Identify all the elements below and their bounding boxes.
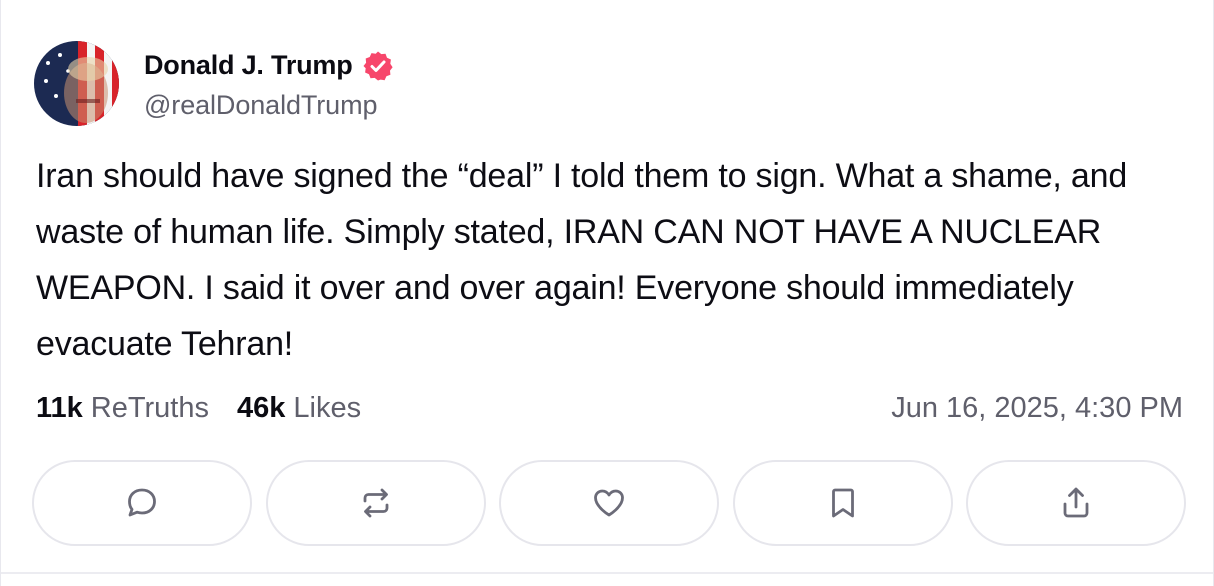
post-stats: 11k ReTruths 46k Likes Jun 16, 2025, 4:3… <box>36 386 1183 430</box>
retruths-label: ReTruths <box>90 391 209 424</box>
divider <box>1 572 1213 574</box>
name-row: Donald J. Trump <box>144 46 394 86</box>
heart-icon <box>594 489 624 517</box>
likes-count: 46k <box>236 391 286 424</box>
share-icon <box>1063 487 1089 518</box>
author-display-name[interactable]: Donald J. Trump <box>144 50 353 81</box>
post-card: Donald J. Trump @realDonaldTrump Iran sh… <box>0 0 1214 586</box>
like-button[interactable] <box>499 460 719 546</box>
retruth-icon <box>363 488 388 518</box>
share-button[interactable] <box>966 460 1186 546</box>
author-names: Donald J. Trump @realDonaldTrump <box>144 46 394 121</box>
bookmark-button[interactable] <box>732 460 953 546</box>
post-timestamp: Jun 16, 2025, 4:30 PM <box>891 391 1183 424</box>
action-bar <box>32 460 1186 546</box>
author-handle[interactable]: @realDonaldTrump <box>144 90 394 121</box>
reply-button[interactable] <box>32 460 252 546</box>
comment-icon <box>128 488 156 517</box>
verified-badge-icon <box>362 50 394 82</box>
likes-stat[interactable]: 46k Likes <box>237 392 361 425</box>
post-header: Donald J. Trump @realDonaldTrump <box>34 40 394 126</box>
retruths-count: 11k <box>36 391 83 424</box>
bookmark-icon <box>831 488 854 518</box>
avatar[interactable] <box>34 40 119 126</box>
post-text: Iran should have signed the “deal” I tol… <box>36 157 1128 363</box>
retruths-stat[interactable]: 11k ReTruths <box>36 392 209 425</box>
retruth-button[interactable] <box>265 460 486 546</box>
avatar-image <box>34 40 119 126</box>
likes-label: Likes <box>293 391 362 424</box>
